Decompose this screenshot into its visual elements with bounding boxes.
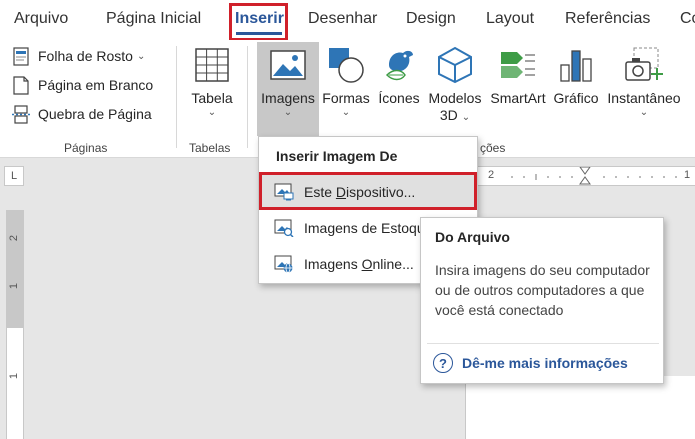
ruler-ticks xyxy=(511,167,677,185)
stock-images-icon xyxy=(274,218,294,238)
group-label-paginas: Páginas xyxy=(64,141,108,155)
group-separator xyxy=(247,46,248,148)
chevron-down-icon: ⌄ xyxy=(639,107,649,118)
table-icon xyxy=(191,44,233,86)
blank-page-icon xyxy=(12,75,30,95)
smartart-button[interactable]: SmartArt xyxy=(488,44,548,107)
modelos-3d-button[interactable]: Modelos 3D ⌄ xyxy=(425,44,485,126)
tab-correspondencias[interactable]: Co xyxy=(680,10,695,28)
ruler-margin-area xyxy=(7,210,23,328)
este-dispositivo-highlight-box xyxy=(259,172,477,210)
screenshot-camera-icon xyxy=(623,44,665,86)
online-images-icon xyxy=(274,254,294,274)
ribbon-tab-bar: Arquivo Página Inicial Inserir Desenhar … xyxy=(0,0,695,40)
tab-pagina-inicial[interactable]: Página Inicial xyxy=(106,10,201,28)
chart-icon xyxy=(555,44,597,86)
tabela-label: Tabela xyxy=(191,90,233,106)
chevron-down-icon: ⌄ xyxy=(283,107,293,118)
folha-de-rosto-button[interactable]: Folha de Rosto ⌄ xyxy=(12,44,145,68)
shapes-icon xyxy=(325,44,367,86)
icons-bird-icon xyxy=(378,44,420,86)
tooltip-title: Do Arquivo xyxy=(435,229,510,245)
tab-selector[interactable]: L xyxy=(4,166,24,186)
page-break-icon xyxy=(12,104,30,124)
grafico-label: Gráfico xyxy=(553,90,599,106)
tooltip-separator xyxy=(427,343,659,344)
group-label-ilustracoes-partial: ções xyxy=(480,141,506,155)
tab-referencias[interactable]: Referências xyxy=(565,10,650,28)
ruler-number: 2 xyxy=(8,234,21,242)
grafico-button[interactable]: Gráfico xyxy=(550,44,602,107)
do-arquivo-tooltip: Do Arquivo Insira imagens do seu computa… xyxy=(420,217,664,384)
tab-arquivo[interactable]: Arquivo xyxy=(14,10,68,28)
ruler-number: 1 xyxy=(684,169,691,181)
quebra-de-pagina-button[interactable]: Quebra de Página xyxy=(12,102,152,126)
instantaneo-label: Instantâneo xyxy=(607,90,681,106)
dropdown-header: Inserir Imagem De xyxy=(276,148,398,164)
quebra-de-pagina-label: Quebra de Página xyxy=(38,106,152,122)
formas-label: Formas xyxy=(322,90,370,106)
instantaneo-button[interactable]: Instantâneo ⌄ xyxy=(604,44,684,119)
ruler-number: 1 xyxy=(8,372,21,380)
cover-page-icon xyxy=(12,46,30,66)
vertical-ruler[interactable]: 2 1 1 xyxy=(6,210,24,439)
chevron-down-icon: ⌄ xyxy=(341,107,351,118)
chevron-down-icon: ⌄ xyxy=(207,107,217,118)
formas-button[interactable]: Formas ⌄ xyxy=(321,44,371,119)
tell-me-more-label: Dê-me mais informações xyxy=(462,355,628,371)
tabela-button[interactable]: Tabela ⌄ xyxy=(188,44,236,119)
folha-de-rosto-label: Folha de Rosto xyxy=(38,48,133,64)
pagina-em-branco-button[interactable]: Página em Branco xyxy=(12,73,153,97)
tab-layout[interactable]: Layout xyxy=(486,10,534,28)
icones-label: Ícones xyxy=(378,90,420,106)
modelos-3d-label: Modelos 3D ⌄ xyxy=(428,90,482,123)
picture-icon xyxy=(267,44,309,86)
tell-me-more-link[interactable]: ? Dê-me mais informações xyxy=(433,353,628,373)
imagens-online-label: Imagens Online... xyxy=(304,256,414,272)
help-question-icon: ? xyxy=(433,353,453,373)
icones-button[interactable]: Ícones xyxy=(376,44,422,107)
smartart-icon xyxy=(497,44,539,86)
group-label-tabelas: Tabelas xyxy=(189,141,231,155)
tab-design[interactable]: Design xyxy=(406,10,456,28)
smartart-label: SmartArt xyxy=(490,90,546,106)
cube-3d-icon xyxy=(434,44,476,86)
imagens-button[interactable]: Imagens ⌄ xyxy=(257,42,319,136)
ruler-number: 1 xyxy=(8,282,21,290)
group-separator xyxy=(176,46,177,148)
pagina-em-branco-label: Página em Branco xyxy=(38,77,154,93)
chevron-down-icon: ⌄ xyxy=(136,50,146,62)
tab-desenhar[interactable]: Desenhar xyxy=(308,10,377,28)
imagens-label: Imagens xyxy=(261,90,315,106)
horizontal-ruler[interactable]: 2 1 xyxy=(462,166,695,186)
inserir-tab-highlight-box xyxy=(229,3,288,41)
tooltip-body: Insira imagens do seu computador ou de o… xyxy=(435,262,650,318)
document-page[interactable] xyxy=(465,376,695,439)
